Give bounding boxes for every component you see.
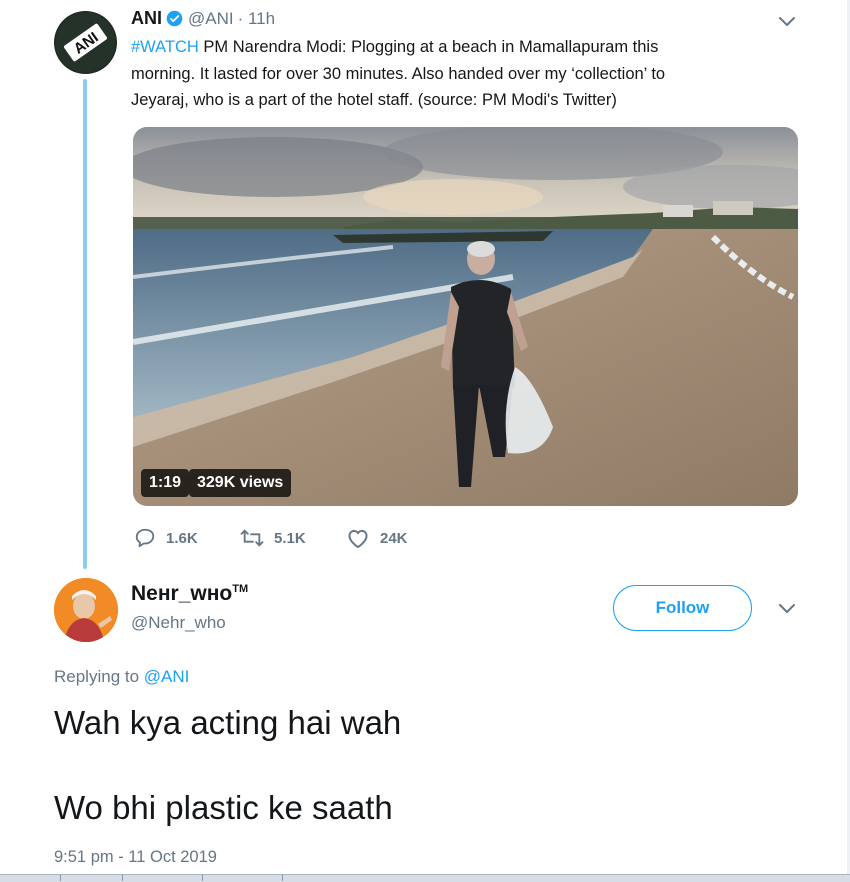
taskbar-divider <box>282 875 283 881</box>
tweet-timestamp[interactable]: 9:51 pm - 11 Oct 2019 <box>54 848 217 867</box>
taskbar-divider <box>60 875 61 881</box>
retweet-count: 5.1K <box>274 529 306 547</box>
replying-prefix: Replying to <box>54 667 144 686</box>
reply-count: 1.6K <box>166 529 198 547</box>
reply-action[interactable]: 1.6K <box>134 524 198 552</box>
parent-text-line1: PM Narendra Modi: Plogging at a beach in… <box>198 38 659 56</box>
reply-author-handle[interactable]: @Nehr_who <box>131 613 226 633</box>
taskbar-divider <box>122 875 123 881</box>
taskbar-divider <box>202 875 203 881</box>
parent-author-handle[interactable]: @ANI <box>188 9 234 29</box>
reply-text-line1: Wah kya acting hai wah <box>54 704 402 741</box>
like-icon <box>348 529 368 548</box>
video-thumbnail <box>133 127 798 506</box>
retweet-action[interactable]: 5.1K <box>240 524 306 552</box>
follow-button[interactable]: Follow <box>613 585 752 631</box>
replying-to-mention[interactable]: @ANI <box>144 667 190 686</box>
like-action[interactable]: 24K <box>346 524 408 552</box>
thread-connector-line <box>83 79 87 569</box>
parent-time-ago[interactable]: · 11h <box>238 9 276 29</box>
chevron-down-icon[interactable] <box>776 13 798 31</box>
video-player[interactable] <box>133 127 798 506</box>
video-duration-badge: 1:19 <box>141 469 190 497</box>
parent-tweet-header: ANI @ANI · 11h <box>131 8 275 29</box>
ani-avatar[interactable]: ANI <box>54 11 117 74</box>
retweet-icon <box>240 529 264 547</box>
parent-text-line3: Jeyaraj, who is a part of the hotel staf… <box>131 91 617 109</box>
trademark-mark: TM <box>232 583 249 595</box>
verified-badge-icon <box>166 10 183 27</box>
parent-author-name[interactable]: ANI <box>131 8 162 29</box>
hashtag-link[interactable]: #WATCH <box>131 38 199 56</box>
reply-icon <box>135 528 155 548</box>
parent-text-line2: morning. It lasted for over 30 minutes. … <box>131 64 666 83</box>
replying-to-label: Replying to @ANI <box>54 667 189 687</box>
like-count: 24K <box>380 529 408 547</box>
video-views-badge: 329K views <box>189 469 292 497</box>
reply-author-avatar[interactable] <box>54 578 118 642</box>
reply-text-line2: Wo bhi plastic ke saath <box>54 789 393 826</box>
parent-tweet-text: #WATCH PM Narendra Modi: Plogging at a b… <box>131 34 751 114</box>
chevron-down-icon[interactable] <box>776 600 798 618</box>
reply-author-name[interactable]: Nенr_wнo <box>131 582 232 605</box>
